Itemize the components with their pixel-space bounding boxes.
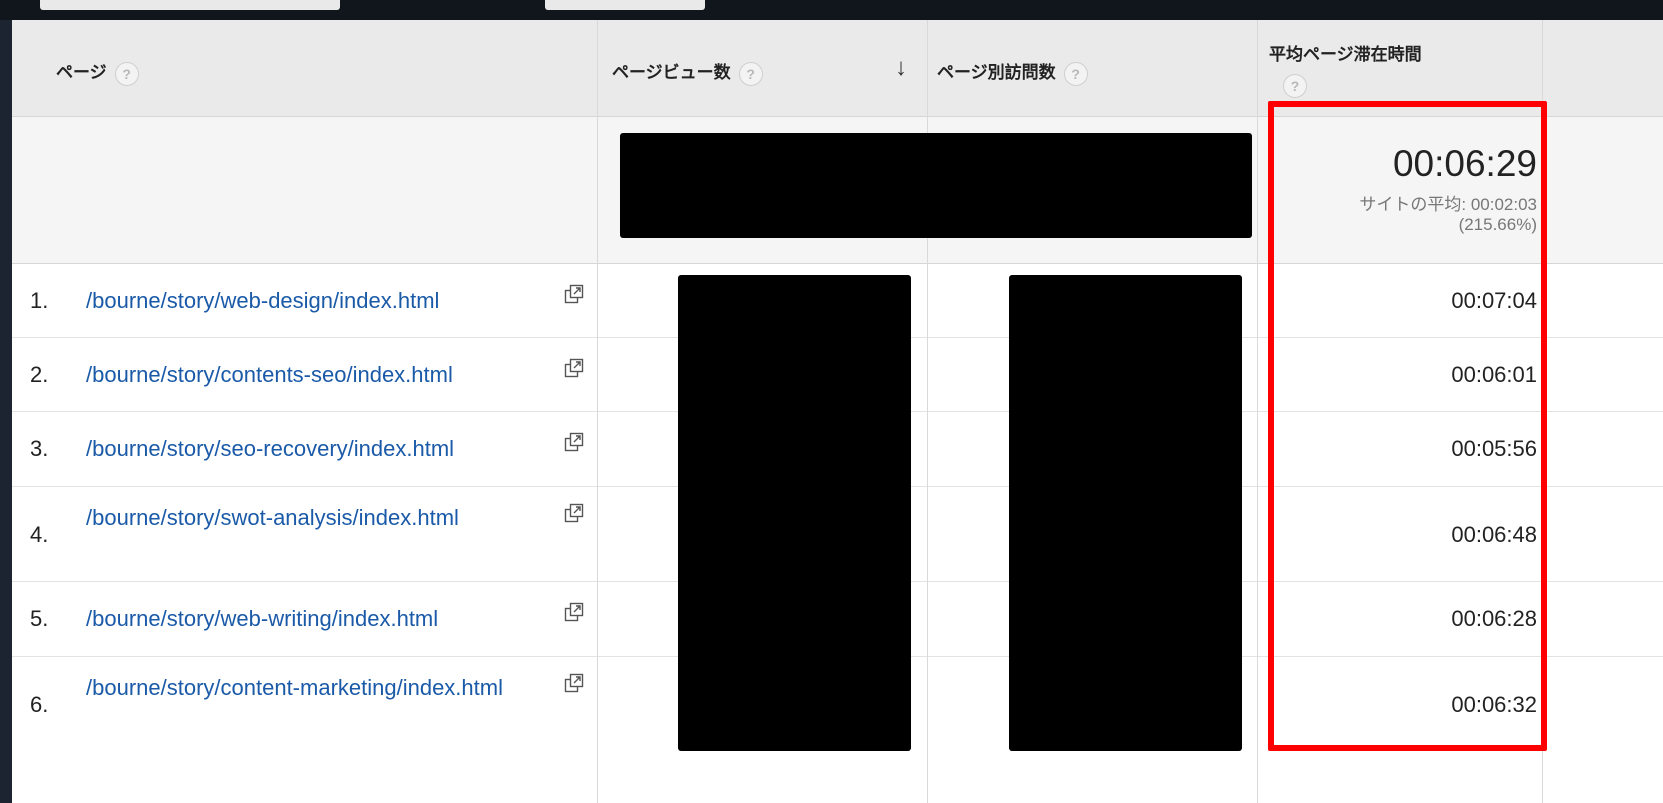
row-number: 4. [30,522,49,547]
header-page-label: ページ [56,63,107,82]
highlight-box [1268,101,1547,751]
page-link[interactable]: /bourne/story/contents-seo/index.html [86,362,556,388]
top-tab[interactable] [40,0,340,10]
header-unique-pageviews-label: ページ別訪問数 [937,63,1056,82]
column-divider [597,20,598,803]
help-icon[interactable]: ? [1063,61,1088,86]
redaction-block [620,133,1252,238]
analytics-table: ページ? ページビュー数? ↓ ページ別訪問数? 平均ページ滞在時間 ? 00:… [12,20,1663,803]
header-avg-time-label: 平均ページ滞在時間 [1269,45,1422,64]
top-strip [0,0,1663,20]
row-number: 2. [30,362,49,387]
open-external-icon[interactable] [564,503,584,523]
page-link[interactable]: /bourne/story/swot-analysis/index.html [86,505,556,531]
header-unique-pageviews[interactable]: ページ別訪問数? [927,20,1257,117]
open-external-icon[interactable] [564,284,584,304]
redaction-block [1009,275,1242,751]
row-number: 1. [30,288,49,313]
top-tab[interactable] [545,0,705,10]
help-icon[interactable]: ? [114,61,139,86]
page-link[interactable]: /bourne/story/web-writing/index.html [86,606,556,632]
open-external-icon[interactable] [564,673,584,693]
page-link[interactable]: /bourne/story/seo-recovery/index.html [86,436,556,462]
open-external-icon[interactable] [564,602,584,622]
help-icon[interactable]: ? [738,61,763,86]
page-link[interactable]: /bourne/story/web-design/index.html [86,288,556,314]
open-external-icon[interactable] [564,432,584,452]
page-link[interactable]: /bourne/story/content-marketing/index.ht… [86,675,556,701]
column-divider [1257,20,1258,803]
open-external-icon[interactable] [564,358,584,378]
row-number: 6. [30,692,49,717]
redaction-block [678,275,911,751]
header-next-column[interactable] [1542,20,1663,117]
header-pageviews[interactable]: ページビュー数? ↓ [597,20,927,117]
row-number: 3. [30,436,49,461]
header-page[interactable]: ページ? [12,20,597,117]
sort-arrow-down-icon[interactable]: ↓ [895,54,907,82]
row-number: 5. [30,606,49,631]
help-icon[interactable]: ? [1283,74,1307,98]
header-pageviews-label: ページビュー数 [612,63,731,82]
